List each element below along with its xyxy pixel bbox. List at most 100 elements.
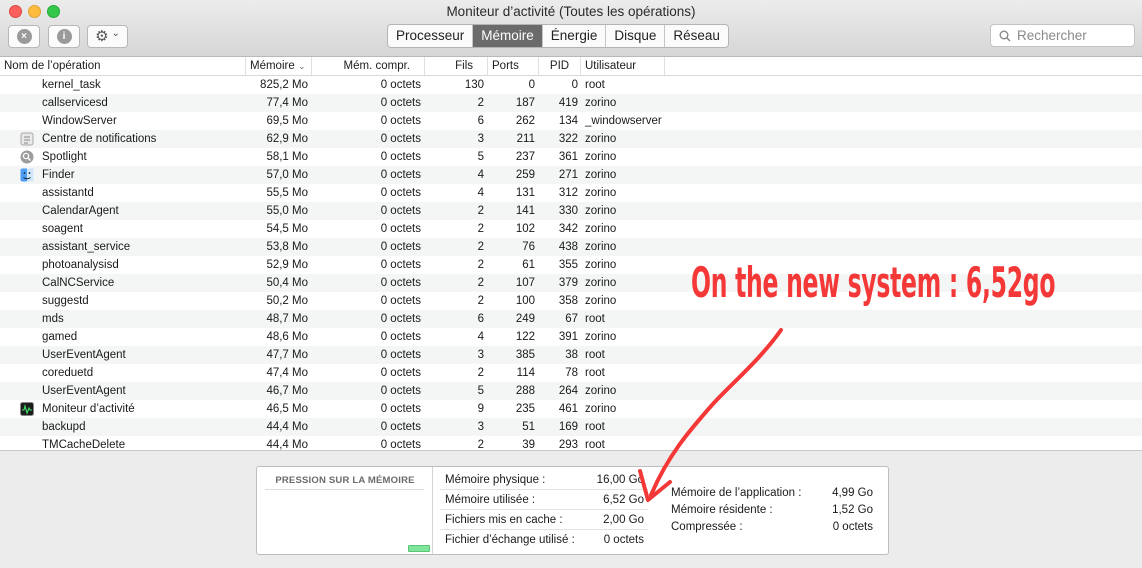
stat-label: Mémoire de l’application : (671, 487, 802, 499)
tab-reseau[interactable]: Réseau (665, 25, 728, 47)
search-input[interactable]: Rechercher (990, 24, 1135, 47)
memory-stats-right: Mémoire de l’application : 4,99 Go Mémoi… (669, 485, 873, 536)
info-icon: i (56, 29, 72, 44)
user-value: root (585, 439, 605, 450)
threads-value: 4 (477, 331, 484, 343)
process-name: backupd (42, 421, 86, 433)
ports-value: 39 (522, 439, 535, 450)
table-row[interactable]: coreduetd 47,4 Mo 0 octets 2 114 78 root (0, 364, 1142, 382)
stat-value: 2,00 Go (603, 514, 644, 526)
pid-value: 78 (565, 367, 578, 379)
user-value: zorino (585, 259, 617, 271)
gear-icon: ⚙ (95, 28, 109, 45)
user-value: root (585, 367, 605, 379)
compressed-memory-value: 0 octets (380, 169, 421, 181)
table-row[interactable]: mds 48,7 Mo 0 octets 6 249 67 root (0, 310, 1142, 328)
compressed-memory-value: 0 octets (380, 205, 421, 217)
table-row[interactable]: UserEventAgent 46,7 Mo 0 octets 5 288 264 zori… (0, 382, 1142, 400)
ports-value: 114 (516, 367, 535, 379)
user-value: zorino (585, 331, 617, 343)
ports-value: 51 (522, 421, 535, 433)
table-row[interactable]: kernel_task 825,2 Mo 0 octets 130 0 0 root (0, 76, 1142, 94)
table-row[interactable]: UserEventAgent 47,7 Mo 0 octets 3 385 38 root (0, 346, 1142, 364)
memory-value: 48,6 Mo (266, 331, 308, 343)
tab-memoire[interactable]: Mémoire (473, 25, 543, 47)
memory-value: 44,4 Mo (266, 421, 308, 433)
table-row[interactable]: gamed 48,6 Mo 0 octets 4 122 391 zorino (0, 328, 1142, 346)
stop-process-button[interactable]: × (8, 25, 40, 48)
column-header-compressed[interactable]: Mém. compr. (312, 57, 425, 75)
table-row[interactable]: Moniteur d’activité 46,5 Mo 0 octets 9 235 46… (0, 400, 1142, 418)
ports-value: 262 (515, 115, 535, 127)
user-value: root (585, 421, 605, 433)
column-header-pid[interactable]: PID (539, 57, 581, 75)
compressed-memory-value: 0 octets (380, 187, 421, 199)
column-header-user[interactable]: Utilisateur (581, 57, 665, 75)
action-menu-button[interactable]: ⚙ ⌄ (87, 25, 128, 48)
stat-value: 0 octets (832, 521, 873, 533)
ports-value: 76 (522, 241, 535, 253)
process-name: Spotlight (42, 151, 87, 163)
activity-monitor-icon (20, 402, 34, 416)
table-row[interactable]: TMCacheDelete 44,4 Mo 0 octets 2 39 293 root (0, 436, 1142, 450)
table-row[interactable]: assistantd 55,5 Mo 0 octets 4 131 312 zorino (0, 184, 1142, 202)
column-header-name[interactable]: Nom de l’opération (0, 57, 246, 75)
pid-value: 419 (558, 97, 578, 109)
table-row[interactable]: WindowServer 69,5 Mo 0 octets 6 262 134 _windo… (0, 112, 1142, 130)
pid-value: 322 (558, 133, 578, 145)
table-row[interactable]: soagent 54,5 Mo 0 octets 2 102 342 zorino (0, 220, 1142, 238)
pid-value: 355 (558, 259, 578, 271)
pid-value: 38 (565, 349, 578, 361)
memory-value: 50,4 Mo (266, 277, 308, 289)
threads-value: 6 (477, 313, 484, 325)
title-bar: Moniteur d’activité (Toutes les opératio… (0, 0, 1142, 57)
table-row[interactable]: callservicesd 77,4 Mo 0 octets 2 187 419 zorin… (0, 94, 1142, 112)
tab-disque[interactable]: Disque (606, 25, 666, 47)
compressed-memory-value: 0 octets (380, 367, 421, 379)
table-row[interactable]: Finder 57,0 Mo 0 octets 4 259 271 zorino (0, 166, 1142, 184)
memory-value: 52,9 Mo (266, 259, 308, 271)
process-name: UserEventAgent (42, 385, 126, 397)
pid-value: 330 (558, 205, 578, 217)
ports-value: 61 (522, 259, 535, 271)
ports-value: 0 (528, 79, 535, 91)
table-row[interactable]: backupd 44,4 Mo 0 octets 3 51 169 root (0, 418, 1142, 436)
compressed-memory-value: 0 octets (380, 313, 421, 325)
stat-label: Mémoire utilisée : (445, 494, 536, 506)
column-header-ports[interactable]: Ports (488, 57, 539, 75)
table-row[interactable]: CalendarAgent 55,0 Mo 0 octets 2 141 330 zorin… (0, 202, 1142, 220)
stat-cached-files: Fichiers mis en cache : 2,00 Go (440, 510, 648, 530)
column-header-threads[interactable]: Fils (425, 57, 488, 75)
table-row[interactable]: Spotlight 58,1 Mo 0 octets 5 237 361 zorino (0, 148, 1142, 166)
process-name: gamed (42, 331, 78, 343)
memory-value: 46,7 Mo (266, 385, 308, 397)
process-name: Moniteur d’activité (42, 403, 135, 415)
compressed-memory-value: 0 octets (380, 259, 421, 271)
column-header-memory[interactable]: Mémoire ⌄ (246, 57, 312, 75)
tab-processeur[interactable]: Processeur (388, 25, 474, 47)
pid-value: 361 (558, 151, 578, 163)
table-row[interactable]: Centre de notifications 62,9 Mo 0 octets 3 2… (0, 130, 1142, 148)
process-name: CalendarAgent (42, 205, 119, 217)
stat-label: Fichier d’échange utilisé : (445, 534, 575, 546)
pid-value: 134 (558, 115, 578, 127)
stat-label: Mémoire physique : (445, 474, 546, 486)
memory-value: 55,5 Mo (266, 187, 308, 199)
process-name: WindowServer (42, 115, 117, 127)
threads-value: 2 (477, 295, 484, 307)
pid-value: 379 (558, 277, 578, 289)
threads-value: 2 (477, 277, 484, 289)
memory-value: 50,2 Mo (266, 295, 308, 307)
user-value: zorino (585, 151, 617, 163)
inspect-process-button[interactable]: i (48, 25, 80, 48)
stat-value: 16,00 Go (596, 474, 644, 486)
process-name: coreduetd (42, 367, 94, 379)
stat-label: Compressée : (671, 521, 743, 533)
table-row[interactable]: assistant_service 53,8 Mo 0 octets 2 76 438 zo… (0, 238, 1142, 256)
ports-value: 249 (515, 313, 535, 325)
ports-value: 235 (515, 403, 535, 415)
threads-value: 3 (477, 421, 484, 433)
pid-value: 67 (565, 313, 578, 325)
tab-energie[interactable]: Énergie (543, 25, 607, 47)
threads-value: 4 (477, 187, 484, 199)
